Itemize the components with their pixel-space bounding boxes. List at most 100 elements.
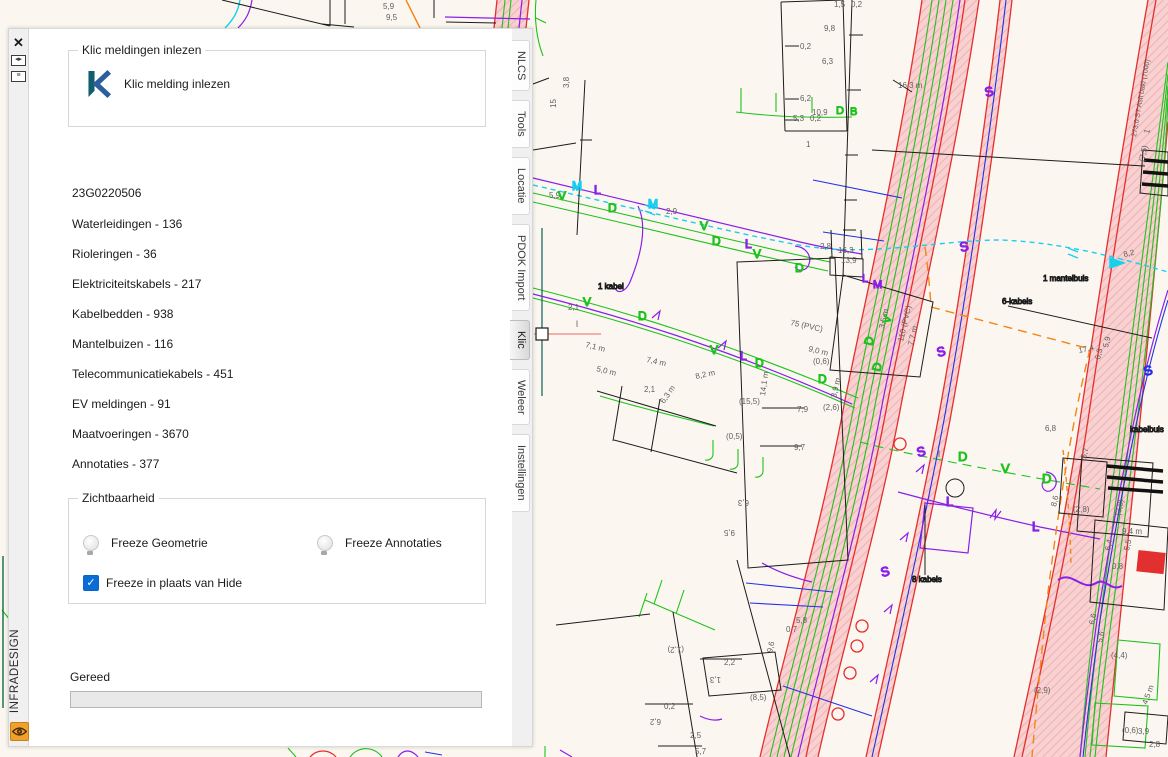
- map-label: V: [558, 189, 566, 203]
- map-label: (8,5): [750, 693, 767, 702]
- map-label: 6,2: [800, 94, 812, 103]
- map-label: 1 kabel: [598, 282, 624, 291]
- map-label: L: [1032, 519, 1039, 534]
- map-label: 0,2: [664, 702, 676, 711]
- map-label: L: [740, 349, 747, 363]
- freeze-annotations-button[interactable]: Freeze Annotaties: [317, 535, 442, 551]
- freeze-checkbox-label: Freeze in plaats van Hide: [106, 576, 242, 590]
- tab-instellingen[interactable]: Instellingen: [512, 434, 530, 512]
- klic-logo-icon: [85, 69, 111, 99]
- map-label: L: [946, 494, 953, 509]
- map-label: 1,5: [834, 0, 846, 9]
- tab-nlcs[interactable]: NLCS: [512, 40, 530, 91]
- map-label: M: [873, 279, 882, 291]
- tab-tools[interactable]: Tools: [512, 100, 530, 148]
- progress-bar: [70, 691, 482, 708]
- map-label: M: [572, 179, 582, 193]
- tab-pdok-import[interactable]: PDOK Import: [512, 224, 530, 311]
- map-label: 1 mantelbuis: [1043, 274, 1088, 283]
- freeze-geometry-label: Freeze Geometrie: [111, 536, 208, 550]
- map-label: M: [648, 197, 658, 211]
- map-label: (0,6): [813, 357, 830, 366]
- map-label: D: [836, 105, 844, 117]
- map-label: (0,5): [726, 432, 743, 441]
- map-label: 5,3: [793, 114, 805, 123]
- map-label: (1,2): [667, 645, 684, 654]
- tab-weleer[interactable]: Weleer: [512, 369, 530, 426]
- map-label: 10,9: [812, 108, 828, 117]
- auto-hide-icon[interactable]: ◂▸: [11, 55, 26, 66]
- infradesign-palette: ✕ ◂▸ ≡ INFRADESIGN Klic meldingen inleze…: [8, 28, 533, 747]
- map-label: 2,2: [724, 658, 736, 667]
- layer-count-item: Maatvoeringen - 3670: [72, 426, 233, 456]
- tab-klic[interactable]: Klic: [510, 320, 530, 360]
- map-label: 16,3: [838, 246, 854, 255]
- map-label: 6,8: [1045, 424, 1057, 433]
- map-label: 5,8: [796, 616, 808, 625]
- properties-menu-icon[interactable]: ≡: [11, 71, 26, 82]
- map-label: 15: [549, 99, 558, 108]
- visibility-group-title: Zichtbaarheid: [78, 491, 159, 505]
- map-label: 6-kabels: [1002, 297, 1032, 306]
- visibility-groupbox: Zichtbaarheid Freeze Geometrie Freeze An…: [68, 498, 486, 604]
- map-label: kabelbuis: [1130, 425, 1164, 434]
- freeze-annotations-label: Freeze Annotaties: [345, 536, 442, 550]
- map-label: 2,1: [568, 303, 580, 312]
- map-label: D: [818, 372, 827, 386]
- layer-count-list: Waterleidingen - 136Rioleringen - 36Elek…: [72, 216, 233, 486]
- map-label: 0,8: [1112, 562, 1124, 571]
- map-label: 5,9: [383, 2, 395, 11]
- klic-import-button-label: Klic melding inlezen: [124, 77, 230, 91]
- map-label: 1: [806, 140, 811, 149]
- klic-import-button[interactable]: Klic melding inlezen: [77, 66, 238, 102]
- map-label: V: [1001, 461, 1010, 476]
- map-label: L: [594, 183, 601, 197]
- map-label: V: [700, 219, 708, 233]
- map-label: D: [795, 261, 804, 275]
- map-label: 9,5: [386, 13, 398, 22]
- palette-title: INFRADESIGN: [9, 629, 28, 713]
- map-label: D: [712, 234, 721, 248]
- layer-count-item: Annotaties - 377: [72, 456, 233, 486]
- map-label: L: [862, 273, 868, 285]
- checkbox-checked-icon[interactable]: ✓: [83, 575, 99, 591]
- map-label: 1,3: [709, 675, 721, 684]
- map-label: B: [850, 106, 857, 118]
- map-label: 0,2: [800, 42, 812, 51]
- map-label: L: [745, 237, 752, 251]
- map-label: D: [1042, 471, 1051, 486]
- map-label: 9,8: [824, 24, 836, 33]
- map-label: V: [710, 343, 718, 357]
- map-label: 0,7: [786, 625, 798, 634]
- map-label: D: [608, 201, 617, 215]
- map-label: 9,7: [794, 443, 806, 452]
- application-window: 5,9 9,5 9,8 6,3 1,5 0,2 0,2 6,2 5,3 0,2 1 3,8 15 10,9…: [0, 0, 1168, 757]
- map-label: (15,5): [739, 397, 760, 406]
- layer-count-item: EV meldingen - 91: [72, 396, 233, 426]
- layer-count-item: Elektriciteitskabels - 217: [72, 276, 233, 306]
- map-label: 3,9: [1138, 727, 1150, 736]
- map-label: 2,5: [690, 731, 702, 740]
- map-label: 2,9: [666, 207, 678, 216]
- map-label: 16,3 m: [898, 81, 923, 90]
- freeze-geometry-button[interactable]: Freeze Geometrie: [83, 535, 208, 551]
- map-label: 13,9: [841, 256, 857, 265]
- map-label: D: [638, 309, 647, 323]
- melding-number: 23G0220506: [72, 186, 141, 200]
- status-text: Gereed: [70, 670, 110, 684]
- map-label: (4,4): [1111, 651, 1128, 660]
- map-label: (2,6): [823, 403, 840, 412]
- freeze-instead-of-hide-checkbox-row[interactable]: ✓ Freeze in plaats van Hide: [83, 575, 242, 591]
- map-label: D: [755, 356, 764, 370]
- map-label: 3,8: [562, 76, 571, 88]
- map-label: 6,3: [822, 57, 834, 66]
- palette-titlebar: ✕ ◂▸ ≡ INFRADESIGN: [8, 28, 29, 747]
- map-label: 0,2: [851, 0, 863, 9]
- map-label: (2,8): [1073, 505, 1090, 514]
- close-icon[interactable]: ✕: [11, 36, 26, 50]
- tab-locatie[interactable]: Locatie: [512, 157, 530, 214]
- map-label: V: [583, 295, 591, 309]
- import-groupbox: Klic meldingen inlezen Klic melding inle…: [68, 50, 486, 127]
- layer-count-item: Telecommunicatiekabels - 451: [72, 366, 233, 396]
- klic-panel: Klic meldingen inlezen Klic melding inle…: [29, 28, 512, 747]
